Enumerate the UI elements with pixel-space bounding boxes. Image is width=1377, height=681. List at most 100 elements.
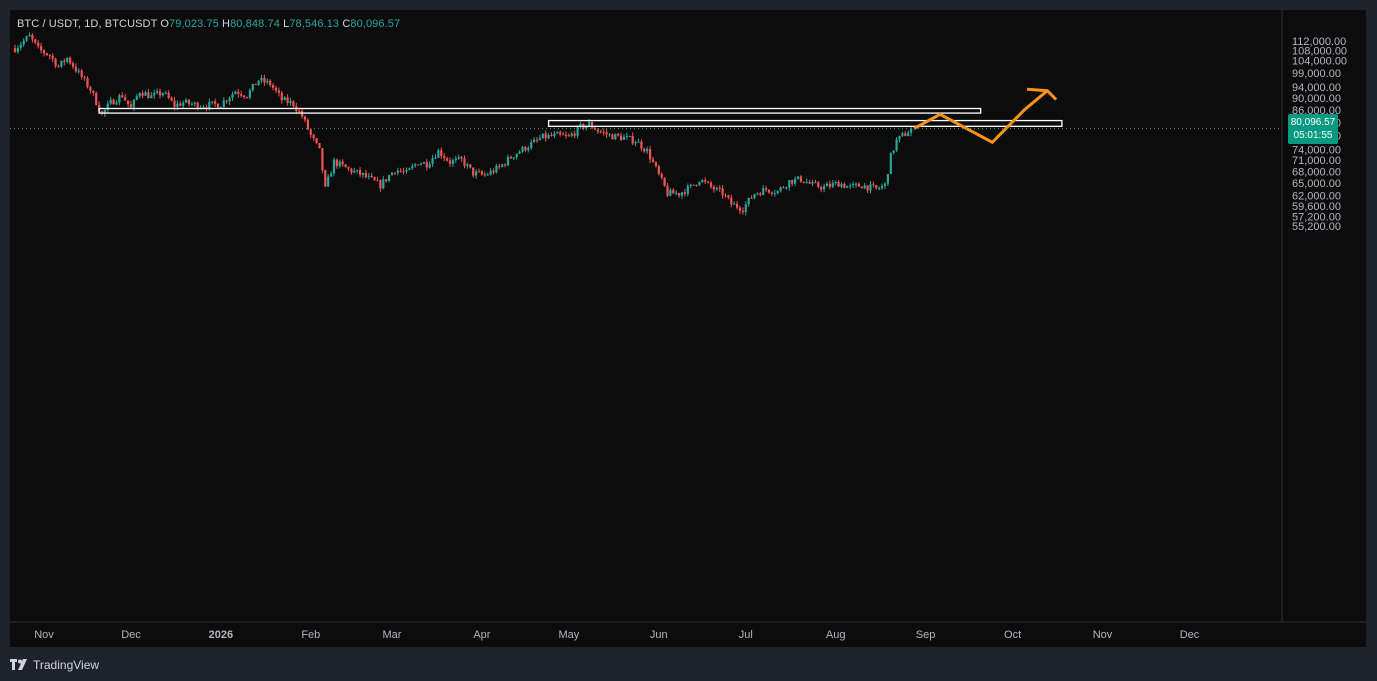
candle [823, 183, 826, 193]
candle [376, 176, 379, 182]
candle [773, 189, 776, 197]
candle [576, 125, 579, 139]
candle [124, 93, 127, 101]
zone-box-1[interactable] [98, 107, 982, 114]
candle [715, 186, 718, 191]
candle [756, 192, 759, 196]
candle [512, 156, 515, 161]
candle [910, 126, 913, 137]
candle [538, 134, 541, 141]
candle [602, 128, 605, 136]
candle [770, 191, 773, 197]
candle [625, 132, 628, 140]
candle [477, 168, 481, 173]
candle [509, 155, 512, 159]
candle [135, 93, 138, 101]
time-tick-label: Feb [301, 629, 320, 641]
candle [361, 172, 365, 179]
candle [417, 164, 420, 166]
candle [283, 95, 286, 101]
candle [704, 177, 707, 185]
candle [446, 156, 449, 162]
time-tick-label: Dec [121, 629, 141, 641]
candle [454, 155, 457, 163]
candle [434, 154, 437, 159]
candle [428, 161, 431, 169]
candle [657, 164, 660, 176]
candle [785, 186, 788, 190]
candle [849, 183, 852, 189]
candle [547, 132, 550, 140]
price-tick-label: 65,000.00 [1292, 178, 1341, 190]
tradingview-logo-icon [10, 658, 28, 673]
candle [579, 122, 582, 129]
candle [550, 132, 553, 137]
candle [852, 181, 855, 188]
candle [541, 133, 544, 139]
candle [875, 184, 878, 190]
candle [521, 145, 524, 153]
last-price-value: 80,096.57 [1290, 116, 1336, 128]
candle [533, 137, 536, 143]
candle [269, 79, 272, 87]
candle [567, 133, 570, 137]
candle [95, 91, 98, 106]
candle [451, 158, 454, 167]
candle [721, 184, 724, 199]
candle [367, 172, 370, 180]
candle [628, 135, 631, 137]
candle [895, 137, 898, 153]
candle [373, 176, 376, 181]
candle [153, 89, 156, 99]
candle [28, 32, 31, 37]
candle [31, 33, 34, 43]
candle [408, 167, 411, 171]
candle [767, 189, 771, 194]
candle [338, 159, 341, 169]
candle [19, 41, 22, 51]
candle [527, 145, 530, 153]
candle [147, 88, 150, 99]
candle [254, 83, 257, 86]
footer-branding[interactable]: TradingView [10, 656, 99, 674]
candle [422, 161, 425, 164]
candle [753, 193, 756, 200]
candle [234, 90, 237, 95]
close-value: 80,096.57 [350, 18, 401, 30]
candle [318, 143, 321, 149]
price-tick-label: 94,000.00 [1292, 82, 1341, 94]
zone-box-2[interactable] [547, 119, 1063, 127]
candle [811, 179, 814, 187]
candle [347, 166, 350, 171]
candle [788, 179, 791, 191]
candle [437, 148, 440, 158]
time-tick-label: Dec [1180, 629, 1200, 641]
candle [399, 168, 402, 173]
candle [419, 162, 423, 166]
candle [63, 58, 66, 66]
time-tick-label: Mar [383, 629, 402, 641]
projection-path[interactable] [913, 89, 1049, 145]
candle [13, 44, 17, 53]
price-tick-label: 104,000.00 [1292, 55, 1347, 67]
symbol-label[interactable]: BTC / USDT, 1D, BTCUSDT [17, 18, 157, 30]
candle [846, 185, 849, 188]
candle [825, 181, 829, 187]
candle [277, 87, 280, 97]
candle [385, 179, 388, 183]
candle [106, 100, 109, 114]
candle [637, 138, 640, 143]
candle [248, 88, 251, 100]
chart-canvas[interactable]: 112,000.00108,000.00104,000.0099,000.009… [10, 10, 1366, 647]
candle [886, 173, 889, 186]
chart-frame[interactable]: 112,000.00 108,000.00 104,000.00 99,000.00 9… [10, 10, 1366, 647]
candle [779, 186, 782, 193]
candle [466, 162, 469, 169]
candle [556, 131, 559, 134]
candle [640, 139, 643, 152]
candle [492, 168, 495, 175]
candle [553, 131, 556, 139]
candle [495, 163, 498, 174]
candle [907, 130, 910, 137]
candle [396, 167, 399, 176]
